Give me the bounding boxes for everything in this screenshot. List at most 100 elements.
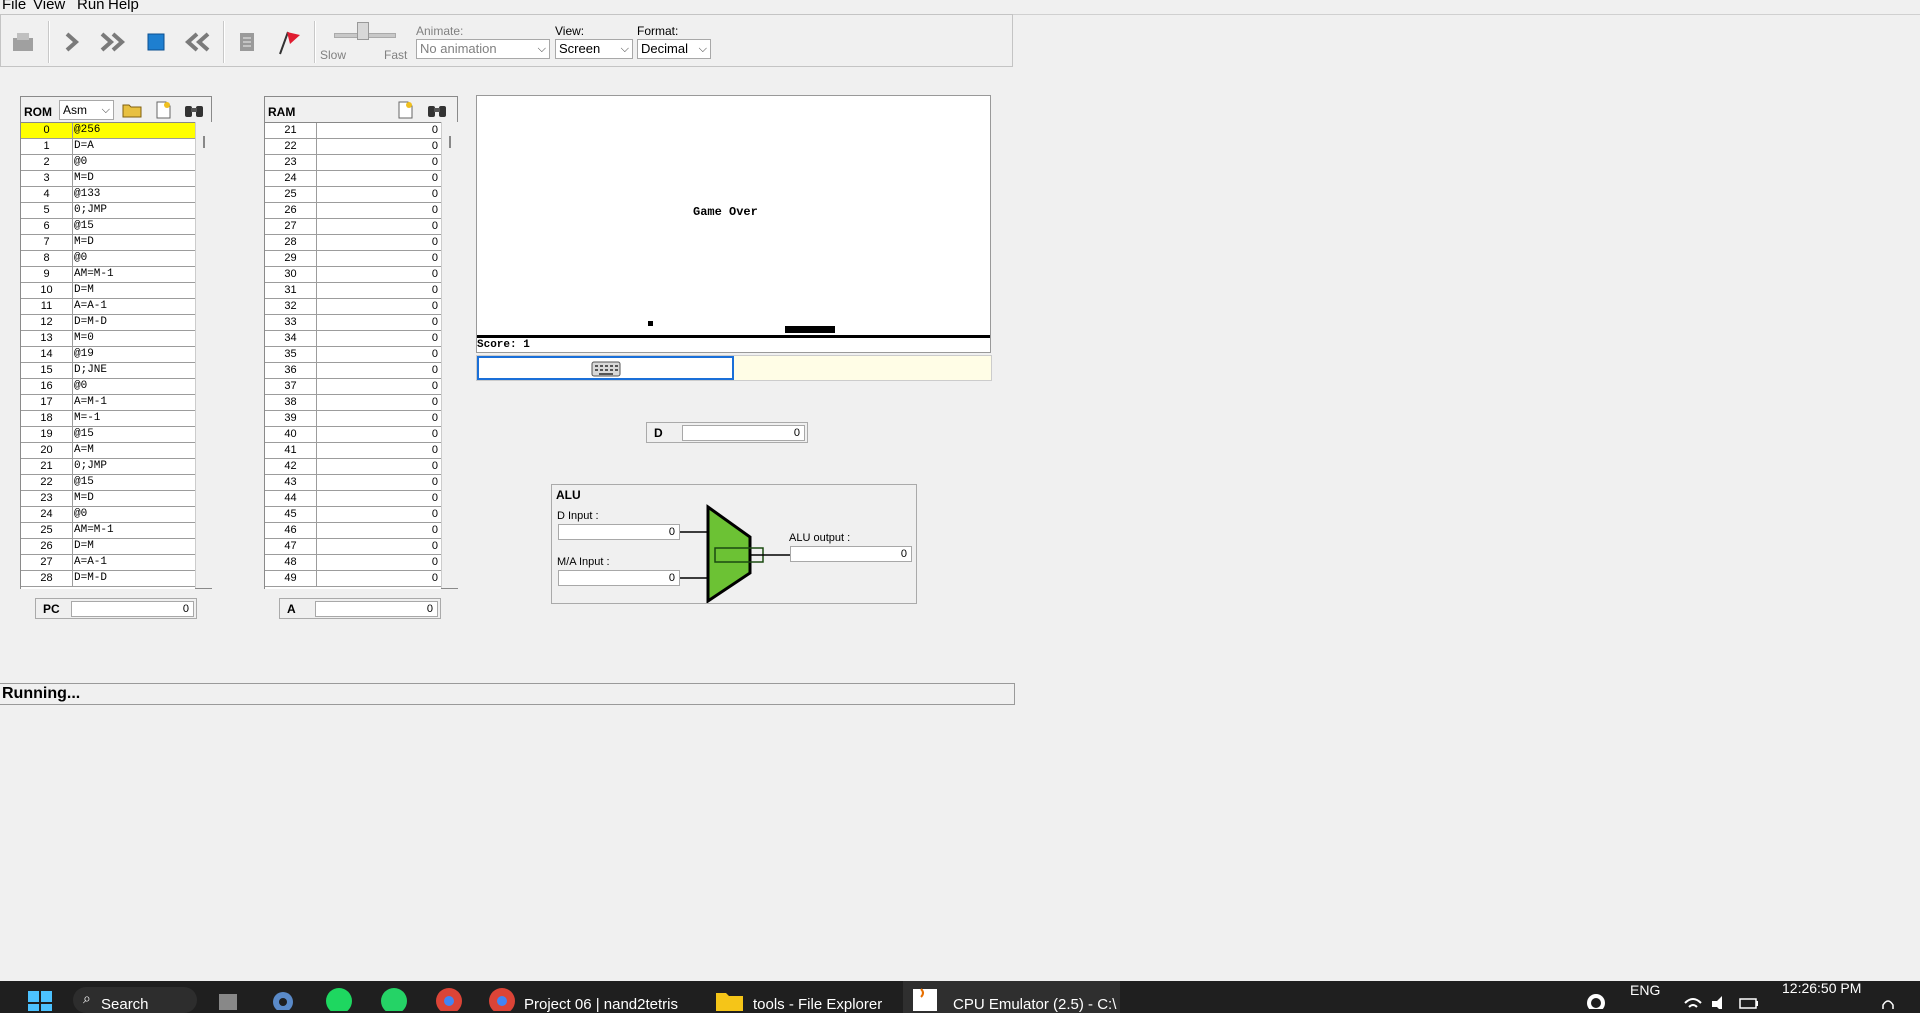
taskbar-search[interactable]: ⌕ Search [73, 987, 197, 1013]
windows-start-icon[interactable] [26, 981, 54, 1013]
rom-row[interactable]: 17 A=M-1 [21, 395, 195, 411]
rom-row-value[interactable]: A=M [74, 443, 94, 458]
ram-row[interactable]: 30 0 [265, 267, 441, 283]
ram-row-value[interactable]: 0 [432, 475, 438, 490]
ram-row-value[interactable]: 0 [432, 491, 438, 506]
ram-row[interactable]: 35 0 [265, 347, 441, 363]
ram-row[interactable]: 31 0 [265, 283, 441, 299]
rom-row[interactable]: 16 @0 [21, 379, 195, 395]
rom-row[interactable]: 14 @19 [21, 347, 195, 363]
ram-row-value[interactable]: 0 [432, 299, 438, 314]
ram-row[interactable]: 23 0 [265, 155, 441, 171]
rom-row-value[interactable]: @15 [74, 427, 94, 442]
open-folder-icon[interactable] [120, 99, 144, 121]
rom-row-value[interactable]: @256 [74, 123, 100, 138]
settings-gear-icon[interactable] [270, 981, 296, 1013]
rom-row[interactable]: 25 AM=M-1 [21, 523, 195, 539]
ram-row[interactable]: 32 0 [265, 299, 441, 315]
rom-row[interactable]: 28 D=M-D [21, 571, 195, 587]
notification-bell-icon[interactable] [1878, 981, 1898, 1013]
ram-row[interactable]: 37 0 [265, 379, 441, 395]
rom-scrollbar[interactable] [195, 122, 212, 588]
cpu-emulator-task[interactable]: CPU Emulator (2.5) - C:\ [903, 981, 1120, 1013]
rom-row-value[interactable]: D=A [74, 139, 94, 154]
rom-row-value[interactable]: @0 [74, 379, 87, 394]
rom-row-value[interactable]: 0;JMP [74, 459, 107, 474]
pc-value-field[interactable]: 0 [71, 601, 194, 617]
rom-row-value[interactable]: AM=M-1 [74, 523, 114, 538]
volume-icon[interactable] [1710, 981, 1732, 1013]
ram-row-value[interactable]: 0 [432, 331, 438, 346]
binoculars-icon[interactable] [182, 99, 206, 121]
ram-row-value[interactable]: 0 [432, 443, 438, 458]
animate-select[interactable]: No animation ⌵ [416, 39, 550, 59]
battery-icon[interactable] [1738, 981, 1760, 1013]
clock[interactable]: 12:26:50 PM [1782, 972, 1861, 1004]
d-value-field[interactable]: 0 [682, 425, 805, 441]
ma-input-field[interactable]: 0 [558, 570, 680, 586]
new-file-icon[interactable] [393, 99, 417, 121]
new-file-icon[interactable] [151, 99, 175, 121]
spotify-icon[interactable] [325, 981, 353, 1013]
rom-row-value[interactable]: AM=M-1 [74, 267, 114, 282]
alu-output-field[interactable]: 0 [790, 546, 912, 562]
wifi-icon[interactable] [1683, 981, 1703, 1013]
rom-row[interactable]: 10 D=M [21, 283, 195, 299]
a-value-field[interactable]: 0 [315, 601, 438, 617]
menu-help[interactable]: Help [108, 0, 139, 13]
ram-row-value[interactable]: 0 [432, 427, 438, 442]
rom-row-value[interactable]: D=M [74, 283, 94, 298]
rom-row-value[interactable]: M=0 [74, 331, 94, 346]
ram-row[interactable]: 25 0 [265, 187, 441, 203]
ram-row-value[interactable]: 0 [432, 395, 438, 410]
rom-row[interactable]: 2 @0 [21, 155, 195, 171]
rom-row-value[interactable]: D;JNE [74, 363, 107, 378]
ram-row[interactable]: 45 0 [265, 507, 441, 523]
ram-row[interactable]: 28 0 [265, 235, 441, 251]
ram-row[interactable]: 26 0 [265, 203, 441, 219]
ram-row-value[interactable]: 0 [432, 523, 438, 538]
ram-row-value[interactable]: 0 [432, 347, 438, 362]
rom-row[interactable]: 13 M=0 [21, 331, 195, 347]
rom-row[interactable]: 26 D=M [21, 539, 195, 555]
rom-row[interactable]: 1 D=A [21, 139, 195, 155]
ram-row-value[interactable]: 0 [432, 555, 438, 570]
rom-row[interactable]: 8 @0 [21, 251, 195, 267]
ram-row-value[interactable]: 0 [432, 219, 438, 234]
grammarly-icon[interactable] [1585, 981, 1607, 1013]
rom-row-value[interactable]: 0;JMP [74, 203, 107, 218]
ram-scrollbar[interactable] [441, 122, 458, 588]
binoculars-icon[interactable] [425, 99, 449, 121]
ram-row[interactable]: 27 0 [265, 219, 441, 235]
rom-format-select[interactable]: Asm ⌵ [59, 100, 114, 120]
rom-row[interactable]: 9 AM=M-1 [21, 267, 195, 283]
rom-row-value[interactable]: M=D [74, 235, 94, 250]
reset-icon[interactable] [182, 27, 214, 57]
ram-row[interactable]: 44 0 [265, 491, 441, 507]
rom-row[interactable]: 27 A=A-1 [21, 555, 195, 571]
ram-row[interactable]: 47 0 [265, 539, 441, 555]
rom-row-value[interactable]: @133 [74, 187, 100, 202]
load-program-icon[interactable] [7, 27, 39, 57]
rom-row[interactable]: 0 @256 [21, 123, 195, 139]
ram-row-value[interactable]: 0 [432, 539, 438, 554]
ram-row-value[interactable]: 0 [432, 155, 438, 170]
ram-row[interactable]: 41 0 [265, 443, 441, 459]
ram-row[interactable]: 36 0 [265, 363, 441, 379]
rom-row[interactable]: 18 M=-1 [21, 411, 195, 427]
rom-row-value[interactable]: @0 [74, 251, 87, 266]
rom-row-value[interactable]: @15 [74, 475, 94, 490]
rom-row[interactable]: 23 M=D [21, 491, 195, 507]
ram-row[interactable]: 40 0 [265, 427, 441, 443]
ram-row[interactable]: 39 0 [265, 411, 441, 427]
ram-row-value[interactable]: 0 [432, 267, 438, 282]
rom-row[interactable]: 22 @15 [21, 475, 195, 491]
rom-row-value[interactable]: M=-1 [74, 411, 100, 426]
language-indicator[interactable]: ENG [1630, 974, 1660, 1006]
file-explorer-task[interactable]: tools - File Explorer [715, 981, 882, 1013]
chrome-icon[interactable] [435, 981, 463, 1013]
rom-row-value[interactable]: A=A-1 [74, 555, 107, 570]
rom-row[interactable]: 5 0;JMP [21, 203, 195, 219]
rom-row-value[interactable]: M=D [74, 491, 94, 506]
breakpoint-flag-icon[interactable] [272, 27, 304, 57]
